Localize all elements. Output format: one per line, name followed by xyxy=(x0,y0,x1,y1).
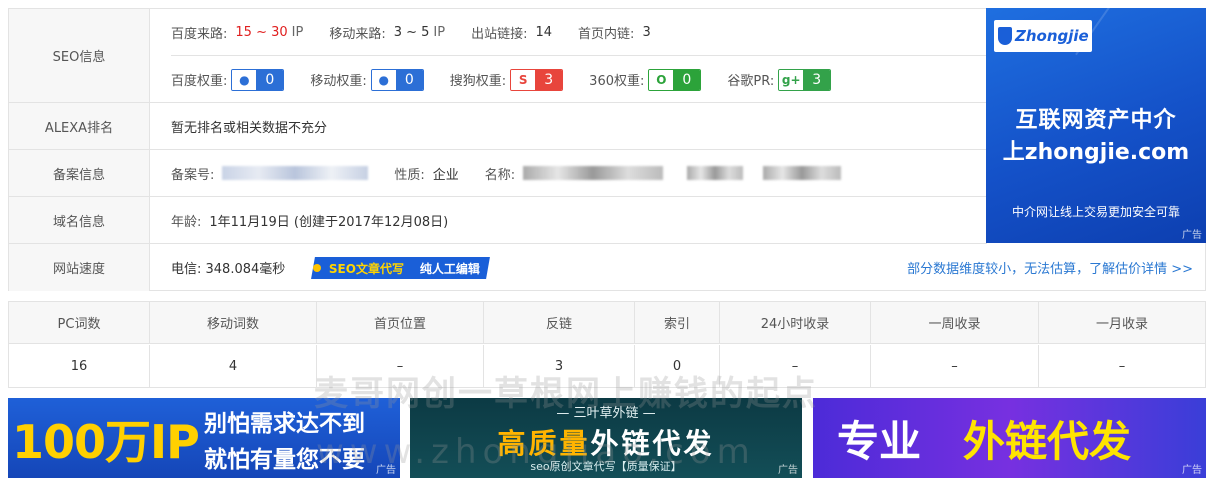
alexa-label: ALEXA排名 xyxy=(9,103,150,149)
weight-360-badge[interactable]: O 0 xyxy=(648,68,702,91)
speed-label: 网站速度 xyxy=(9,244,150,291)
domain-age-value: 1年11月19日 (创建于2017年12月08日) xyxy=(209,214,449,230)
outbound-links: 出站链接: 14 xyxy=(471,24,553,42)
alexa-row: ALEXA排名 暂无排名或相关数据不充分 xyxy=(9,103,987,150)
icp-label: 备案信息 xyxy=(9,150,150,196)
ad-label: 广告 xyxy=(778,465,798,476)
header-backlinks: 反链 xyxy=(484,302,635,343)
zhongjie-logo: Zhongjie xyxy=(994,20,1092,52)
icp-site-redacted xyxy=(687,166,744,180)
domain-row: 域名信息 年龄: 1年11月19日 (创建于2017年12月08日) xyxy=(9,197,987,244)
seo-writing-ad-tag[interactable]: SEO文章代写 纯人工编辑 xyxy=(311,256,491,279)
ad-url: 上zhongjie.com xyxy=(1002,140,1190,165)
professional-backlink-ad[interactable]: 专业 外链代发 广告 xyxy=(813,398,1206,478)
mobile-weight-badge[interactable]: ● 0 xyxy=(370,68,424,91)
icp-nature-key: 性质: xyxy=(394,167,425,183)
zhongjie-ad-banner[interactable]: Zhongjie 互联网资产中介 上zhongjie.com 中介网让线上交易更… xyxy=(986,8,1206,243)
header-month: 一月收录 xyxy=(1095,317,1148,332)
header-pc-words: PC词数 xyxy=(9,302,150,343)
icp-row: 备案信息 备案号: 性质: 企业 名称: xyxy=(9,150,987,197)
seo-info-content: 百度来路: 15 ~ 30 IP 移动来路: 3 ~ 5 IP 出站链接: 14… xyxy=(150,9,987,102)
month-value: – xyxy=(1118,358,1126,374)
icp-domain-redacted xyxy=(763,166,842,180)
header-index: 索引 xyxy=(635,302,720,343)
baidu-traffic: 百度来路: 15 ~ 30 IP xyxy=(171,24,304,42)
stats-header-row: PC词数 移动词数 首页位置 反链 索引 24小时收录 一周收录 一月收录 xyxy=(9,302,1205,344)
header-homepage-position: 首页位置 xyxy=(317,302,484,343)
ad-label: 广告 xyxy=(1182,465,1202,476)
google-pr-badge[interactable]: g+ 3 xyxy=(778,68,832,91)
week-value: – xyxy=(871,345,1039,387)
mobile-traffic: 移动来路: 3 ~ 5 IP xyxy=(329,24,446,42)
icp-name-key: 名称: xyxy=(484,167,516,183)
icp-nature-value: 企业 xyxy=(432,167,459,183)
sogou-weight-badge[interactable]: S 3 xyxy=(510,68,564,91)
mobile-words-value: 4 xyxy=(150,345,317,387)
header-week: 一周收录 xyxy=(871,302,1039,343)
ad-label: 广告 xyxy=(1182,230,1202,241)
pc-words-value: 16 xyxy=(9,345,150,387)
homepage-links: 首页内链: 3 xyxy=(578,24,651,42)
baidu-paw-icon: ● xyxy=(232,69,257,90)
seo-info-label: SEO信息 xyxy=(9,9,150,102)
mobile-weight: 移动权重: ● 0 xyxy=(310,68,424,91)
sogou-icon: S xyxy=(511,69,536,90)
speed-row: 网站速度 电信: 348.084毫秒 SEO文章代写 纯人工编辑 部分数据维度较… xyxy=(9,244,1205,291)
seo-info-row: SEO信息 百度来路: 15 ~ 30 IP 移动来路: 3 ~ 5 IP 出站… xyxy=(9,9,987,103)
baidu-paw-icon: ● xyxy=(371,69,396,90)
baidu-traffic-value: 15 ~ 30 xyxy=(235,24,288,40)
baidu-weight: 百度权重: ● 0 xyxy=(171,68,285,91)
google-plus-icon: g+ xyxy=(779,69,804,90)
ad-big-text: 100万IP xyxy=(12,415,200,469)
mobile-traffic-value: 3 ~ 5 xyxy=(393,24,430,40)
sogou-weight: 搜狗权重: S 3 xyxy=(450,68,564,91)
ad-slogan: 中介网让线上交易更加安全可靠 xyxy=(1011,205,1180,219)
icp-number-key: 备案号: xyxy=(171,167,215,183)
360-icon: O xyxy=(649,69,674,90)
google-pr: 谷歌PR: g+ 3 xyxy=(727,68,832,91)
ad-headline: 互联网资产中介 xyxy=(1015,108,1177,133)
watermark-url: www.zhongjiao.com xyxy=(316,432,756,472)
header-24h: 24小时收录 xyxy=(720,302,871,343)
watermark-text: 麦哥网创一草根网上赚钱的起点 xyxy=(314,374,818,414)
baidu-weight-badge[interactable]: ● 0 xyxy=(231,68,285,91)
icp-name-redacted xyxy=(523,166,664,180)
valuation-detail-link[interactable]: 部分数据维度较小，无法估算，了解估价详情 >> xyxy=(907,258,1193,277)
telecom-speed: 电信: 348.084毫秒 xyxy=(171,262,286,277)
header-mobile-words: 移动词数 xyxy=(150,302,317,343)
icp-number-redacted xyxy=(222,166,369,180)
weight-360: 360权重: O 0 xyxy=(589,68,702,91)
domain-label: 域名信息 xyxy=(9,197,150,243)
shield-icon xyxy=(998,27,1012,45)
domain-age-key: 年龄: xyxy=(171,214,202,230)
alexa-value: 暂无排名或相关数据不充分 xyxy=(171,120,328,136)
